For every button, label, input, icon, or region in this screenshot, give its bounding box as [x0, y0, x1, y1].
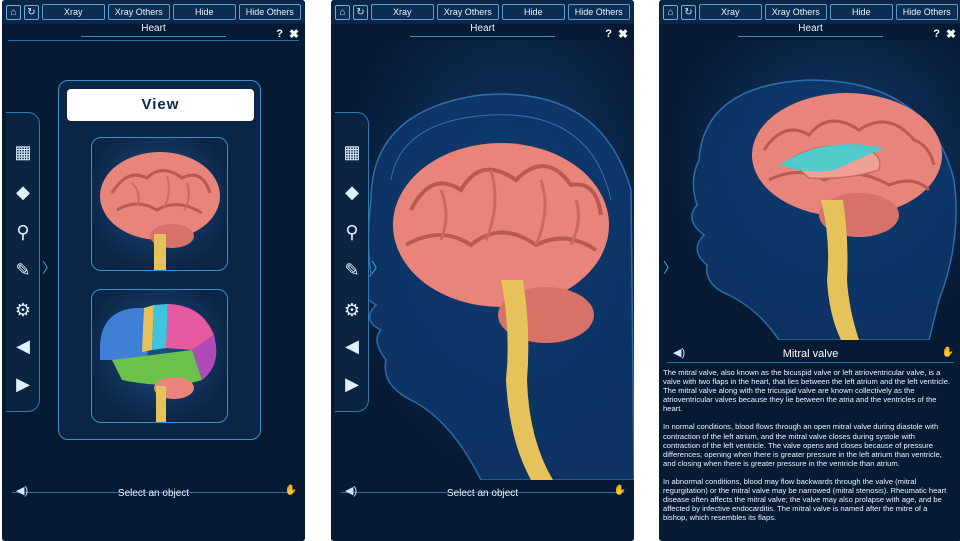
- 3d-viewport[interactable]: [659, 40, 960, 340]
- close-icon[interactable]: ✖: [289, 27, 299, 41]
- cards-icon[interactable]: ◆: [12, 181, 34, 203]
- toolbar: ⌂ ↻ Xray Xray Others Hide Hide Others: [659, 0, 960, 24]
- expand-sidebar-icon[interactable]: 〉: [663, 258, 677, 278]
- close-icon[interactable]: ✖: [946, 27, 956, 41]
- draw-icon[interactable]: ✎: [12, 259, 34, 281]
- page-title: Heart: [410, 22, 555, 37]
- hide-others-button[interactable]: Hide Others: [895, 4, 958, 20]
- home-icon[interactable]: ⌂: [6, 4, 21, 20]
- tool-sidebar: ▦ ◆ ⚲ ✎ ⚙ ◀ ▶: [6, 112, 40, 412]
- expand-sidebar-icon[interactable]: 〉: [371, 258, 385, 278]
- info-text: The mitral valve, also known as the bicu…: [663, 368, 953, 531]
- play-icon[interactable]: ▶: [12, 373, 34, 395]
- refresh-icon[interactable]: ↻: [681, 4, 696, 20]
- refresh-icon[interactable]: ↻: [24, 4, 39, 20]
- screen-menu: ⌂ ↻ Xray Xray Others Hide Hide Others He…: [2, 0, 305, 541]
- gear-icon[interactable]: ⚙: [341, 299, 363, 321]
- hand-icon[interactable]: ✋: [942, 347, 954, 358]
- brain-icon: [100, 152, 220, 270]
- brain-regions-icon: [100, 304, 217, 422]
- hide-others-button[interactable]: Hide Others: [567, 4, 630, 20]
- title-bar: Heart: [659, 22, 960, 40]
- grid-icon[interactable]: ▦: [341, 141, 363, 163]
- brain-regions-thumbnail[interactable]: [91, 289, 228, 423]
- status-text: Select an object: [446, 488, 519, 499]
- page-title: Heart: [738, 22, 883, 37]
- hide-others-button[interactable]: Hide Others: [238, 4, 301, 20]
- view-panel: View: [58, 80, 261, 440]
- search-icon[interactable]: ⚲: [12, 221, 34, 243]
- brain-thumbnail[interactable]: [91, 137, 228, 271]
- home-icon[interactable]: ⌂: [663, 4, 678, 20]
- toolbar: ⌂ ↻ Xray Xray Others Hide Hide Others: [2, 0, 305, 24]
- screen-3d-view: ⌂ ↻ Xray Xray Others Hide Hide Others He…: [331, 0, 634, 541]
- sound-icon[interactable]: ◀: [12, 335, 34, 357]
- xray-others-button[interactable]: Xray Others: [436, 4, 499, 20]
- title-bar: Heart: [2, 22, 305, 40]
- grid-icon[interactable]: ▦: [12, 141, 34, 163]
- search-icon[interactable]: ⚲: [341, 221, 363, 243]
- xray-button[interactable]: Xray: [42, 4, 105, 20]
- page-title: Heart: [81, 22, 226, 37]
- cards-icon[interactable]: ◆: [341, 181, 363, 203]
- info-paragraph: In normal conditions, blood flows throug…: [663, 422, 942, 468]
- info-paragraph: The mitral valve, also known as the bicu…: [663, 368, 951, 414]
- xray-button[interactable]: Xray: [699, 4, 762, 20]
- help-icon[interactable]: ?: [276, 28, 283, 40]
- screen-info: ⌂ ↻ Xray Xray Others Hide Hide Others He…: [659, 0, 960, 541]
- tool-sidebar: ▦ ◆ ⚲ ✎ ⚙ ◀ ▶: [335, 112, 369, 412]
- help-icon[interactable]: ?: [933, 28, 940, 40]
- sound-icon[interactable]: ◀: [341, 335, 363, 357]
- info-paragraph: In abnormal conditions, blood may flow b…: [663, 476, 947, 523]
- gear-icon[interactable]: ⚙: [12, 299, 34, 321]
- head-brain-model[interactable]: [659, 40, 960, 340]
- close-icon[interactable]: ✖: [618, 27, 628, 41]
- play-icon[interactable]: ▶: [341, 373, 363, 395]
- hand-icon[interactable]: ✋: [285, 485, 297, 496]
- xray-others-button[interactable]: Xray Others: [107, 4, 170, 20]
- refresh-icon[interactable]: ↻: [353, 4, 368, 20]
- view-button[interactable]: View: [67, 89, 254, 121]
- help-icon[interactable]: ?: [605, 28, 612, 40]
- xray-others-button[interactable]: Xray Others: [764, 4, 827, 20]
- home-icon[interactable]: ⌂: [335, 4, 350, 20]
- divider: [8, 40, 299, 41]
- divider: [667, 362, 954, 363]
- status-text: Select an object: [117, 488, 190, 499]
- xray-button[interactable]: Xray: [371, 4, 434, 20]
- toolbar: ⌂ ↻ Xray Xray Others Hide Hide Others: [331, 0, 634, 24]
- hide-button[interactable]: Hide: [502, 4, 565, 20]
- hide-button[interactable]: Hide: [830, 4, 893, 20]
- volume-icon[interactable]: ◀): [673, 346, 685, 359]
- hand-icon[interactable]: ✋: [614, 485, 626, 496]
- expand-sidebar-icon[interactable]: 〉: [42, 258, 56, 278]
- hide-button[interactable]: Hide: [173, 4, 236, 20]
- info-heading: Mitral valve: [782, 348, 839, 360]
- draw-icon[interactable]: ✎: [341, 259, 363, 281]
- title-bar: Heart: [331, 22, 634, 40]
